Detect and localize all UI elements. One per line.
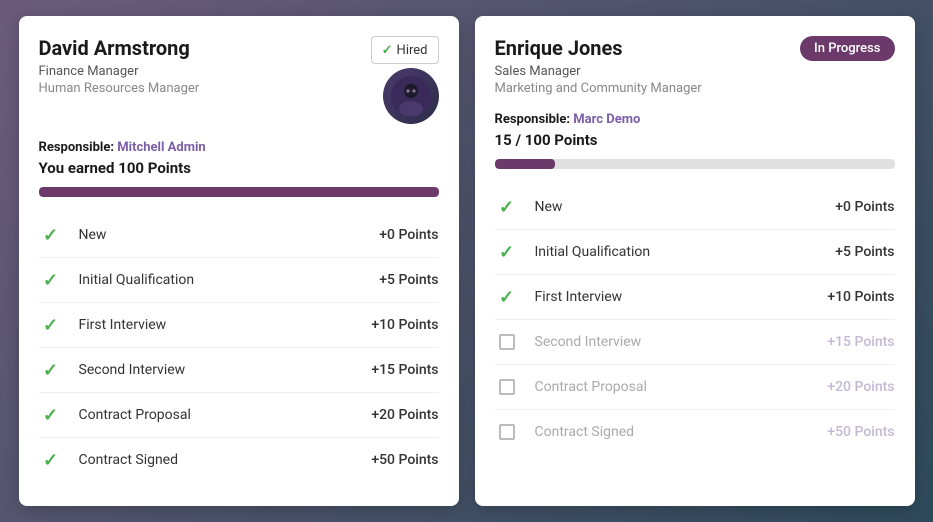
header-right-2: In Progress [800, 36, 894, 61]
responsible-section-1: Responsible: Mitchell Admin [39, 136, 439, 155]
check-icon: ✓ [39, 268, 63, 292]
check-icon: ✓ [39, 448, 63, 472]
points-label-1: You earned 100 Points [39, 159, 439, 177]
stage-name: Contract Signed [79, 452, 372, 468]
stage-item: Contract Signed+50 Points [495, 409, 895, 454]
stages-list-2: ✓ New+0 Points ✓ Initial Qualification+5 Po… [495, 185, 895, 454]
job-title-1a: Finance Manager [39, 64, 371, 79]
checkmark-icon: ✓ [499, 197, 514, 218]
progress-bar-2 [495, 159, 895, 169]
in-progress-badge: In Progress [800, 36, 894, 61]
check-icon: ✓ [39, 223, 63, 247]
stage-name: First Interview [535, 289, 828, 305]
checkmark-icon: ✓ [43, 315, 58, 336]
checkmark-icon: ✓ [43, 450, 58, 471]
stage-item: Contract Proposal+20 Points [495, 364, 895, 409]
points-label-2: 15 / 100 Points [495, 131, 895, 149]
check-icon: ✓ [495, 285, 519, 309]
stage-name: Second Interview [535, 334, 828, 350]
responsible-label-2: Responsible: Marc Demo [495, 112, 641, 127]
progress-bar-1 [39, 187, 439, 197]
stage-item: ✓ Initial Qualification+5 Points [39, 257, 439, 302]
job-title-1b: Human Resources Manager [39, 81, 371, 96]
card-david-armstrong: David Armstrong Finance Manager Human Re… [19, 16, 459, 506]
candidate-name-2: Enrique Jones [495, 36, 801, 60]
header-right-1: ✓ Hired [371, 36, 439, 124]
stages-list-1: ✓ New+0 Points ✓ Initial Qualification+5 Po… [39, 213, 439, 482]
card-header-1: David Armstrong Finance Manager Human Re… [39, 36, 439, 124]
empty-checkbox [499, 379, 515, 395]
responsible-name-1: Mitchell Admin [117, 140, 205, 155]
stage-item: ✓ Contract Proposal+20 Points [39, 392, 439, 437]
stage-name: Second Interview [79, 362, 372, 378]
card-header-2: Enrique Jones Sales Manager Marketing an… [495, 36, 895, 96]
stage-name: Contract Proposal [535, 379, 828, 395]
progress-bar-fill-2 [495, 159, 555, 169]
checkbox-icon [495, 330, 519, 354]
checkmark-icon: ✓ [43, 225, 58, 246]
stage-item: ✓ First Interview+10 Points [495, 274, 895, 319]
stage-points: +5 Points [379, 272, 438, 288]
stage-item: ✓ Contract Signed+50 Points [39, 437, 439, 482]
stage-name: New [535, 199, 836, 215]
checkbox-icon [495, 375, 519, 399]
stage-item: ✓ Initial Qualification+5 Points [495, 229, 895, 274]
stage-points: +20 Points [827, 379, 894, 395]
hired-badge-label: Hired [397, 43, 428, 58]
stage-name: Initial Qualification [79, 272, 380, 288]
stage-points: +15 Points [371, 362, 438, 378]
check-icon: ✓ [39, 403, 63, 427]
checkmark-icon: ✓ [43, 405, 58, 426]
avatar-1 [383, 68, 439, 124]
check-icon: ✓ [495, 195, 519, 219]
checkmark-icon: ✓ [43, 360, 58, 381]
responsible-section-2: Responsible: Marc Demo [495, 108, 895, 127]
stage-points: +15 Points [827, 334, 894, 350]
stage-points: +50 Points [827, 424, 894, 440]
stage-points: +50 Points [371, 452, 438, 468]
stage-name: Contract Signed [535, 424, 828, 440]
stage-name: Contract Proposal [79, 407, 372, 423]
stage-points: +10 Points [371, 317, 438, 333]
responsible-name-2: Marc Demo [573, 112, 640, 127]
empty-checkbox [499, 424, 515, 440]
stage-name: Initial Qualification [535, 244, 836, 260]
checkbox-icon [495, 420, 519, 444]
checkmark-icon: ✓ [43, 270, 58, 291]
checkmark-icon: ✓ [499, 287, 514, 308]
check-icon: ✓ [495, 240, 519, 264]
checkmark-icon: ✓ [499, 242, 514, 263]
stage-points: +5 Points [835, 244, 894, 260]
cards-container: David Armstrong Finance Manager Human Re… [0, 0, 933, 522]
stage-points: +0 Points [835, 199, 894, 215]
check-icon: ✓ [39, 313, 63, 337]
empty-checkbox [499, 334, 515, 350]
stage-points: +20 Points [371, 407, 438, 423]
stage-item: ✓ First Interview+10 Points [39, 302, 439, 347]
candidate-name-1: David Armstrong [39, 36, 371, 60]
stage-item: Second Interview+15 Points [495, 319, 895, 364]
stage-item: ✓ New+0 Points [39, 213, 439, 257]
job-title-2b: Marketing and Community Manager [495, 81, 801, 96]
job-title-2a: Sales Manager [495, 64, 801, 79]
hired-check-icon: ✓ [382, 43, 393, 58]
hired-badge: ✓ Hired [371, 36, 439, 64]
stage-points: +0 Points [379, 227, 438, 243]
card-title-section-1: David Armstrong Finance Manager Human Re… [39, 36, 371, 96]
progress-bar-fill-1 [39, 187, 439, 197]
check-icon: ✓ [39, 358, 63, 382]
card-enrique-jones: Enrique Jones Sales Manager Marketing an… [475, 16, 915, 506]
stage-name: New [79, 227, 380, 243]
stage-item: ✓ New+0 Points [495, 185, 895, 229]
stage-points: +10 Points [827, 289, 894, 305]
card-title-section-2: Enrique Jones Sales Manager Marketing an… [495, 36, 801, 96]
responsible-label-1: Responsible: Mitchell Admin [39, 140, 206, 155]
stage-item: ✓ Second Interview+15 Points [39, 347, 439, 392]
stage-name: First Interview [79, 317, 372, 333]
